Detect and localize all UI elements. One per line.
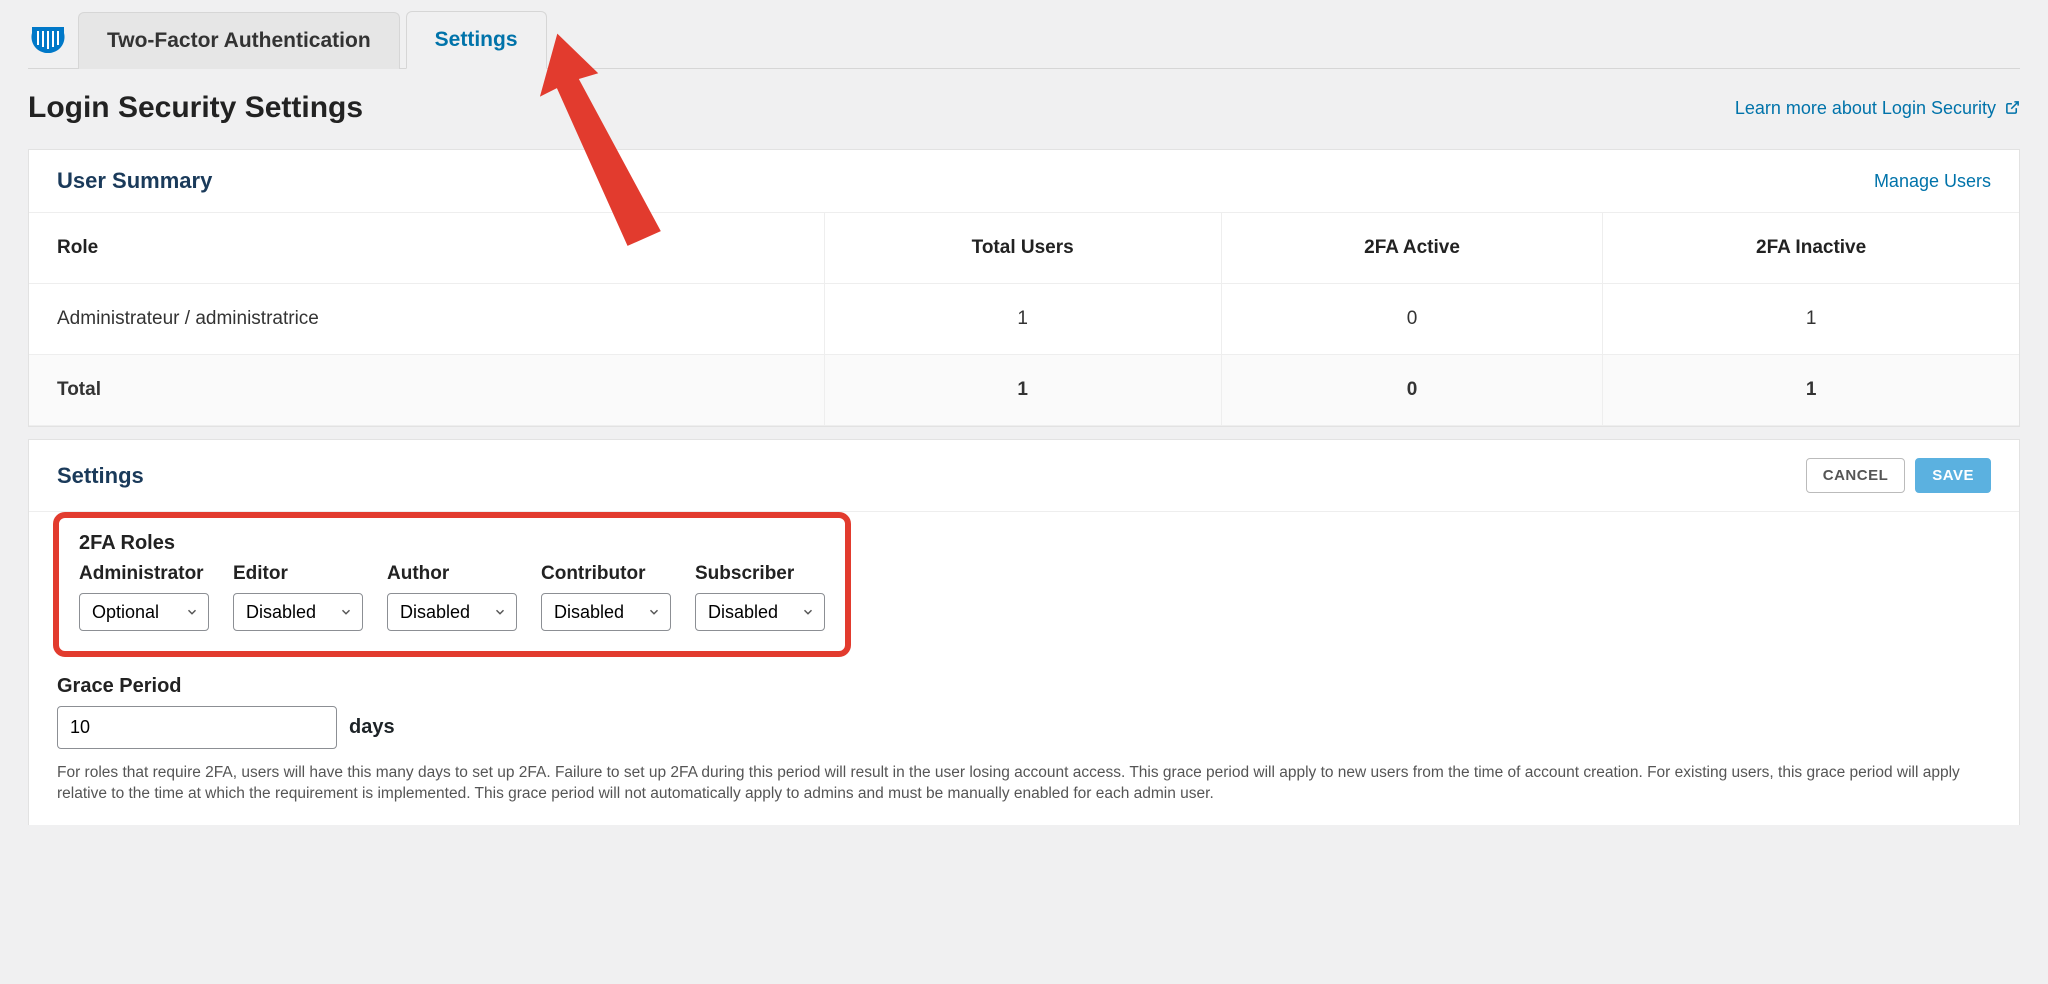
role-contributor: Contributor Disabled — [541, 563, 671, 631]
grace-period-section: Grace Period days — [29, 665, 2019, 749]
col-total: Total Users — [824, 213, 1221, 284]
role-select-contributor[interactable]: Disabled — [541, 593, 671, 631]
user-summary-heading: User Summary — [57, 168, 212, 194]
role-author: Author Disabled — [387, 563, 517, 631]
roles-grid: Administrator Optional Editor Disabled — [79, 563, 825, 631]
role-select-author[interactable]: Disabled — [387, 593, 517, 631]
page-title: Login Security Settings — [28, 91, 363, 125]
col-inactive: 2FA Inactive — [1603, 213, 2019, 284]
role-select-administrator[interactable]: Optional — [79, 593, 209, 631]
settings-heading: Settings — [57, 463, 144, 489]
col-active: 2FA Active — [1221, 213, 1602, 284]
role-administrator: Administrator Optional — [79, 563, 209, 631]
role-select-editor[interactable]: Disabled — [233, 593, 363, 631]
learn-more-label: Learn more about Login Security — [1735, 98, 1996, 118]
grace-heading: Grace Period — [57, 675, 2019, 698]
save-button[interactable]: SAVE — [1915, 458, 1991, 493]
table-row: Total 1 0 1 — [29, 355, 2019, 426]
user-summary-table: Role Total Users 2FA Active 2FA Inactive… — [29, 213, 2019, 426]
wordfence-logo — [28, 19, 68, 59]
role-subscriber: Subscriber Disabled — [695, 563, 825, 631]
table-row: Administrateur / administratrice 1 0 1 — [29, 284, 2019, 355]
grace-unit-label: days — [349, 716, 395, 739]
role-select-subscriber[interactable]: Disabled — [695, 593, 825, 631]
cancel-button[interactable]: CANCEL — [1806, 458, 1906, 493]
tab-settings[interactable]: Settings — [406, 11, 547, 69]
role-label: Contributor — [541, 563, 671, 585]
role-editor: Editor Disabled — [233, 563, 363, 631]
role-label: Subscriber — [695, 563, 825, 585]
user-summary-panel: User Summary Manage Users Role Total Use… — [28, 149, 2020, 427]
role-label: Administrator — [79, 563, 209, 585]
col-role: Role — [29, 213, 824, 284]
tab-two-factor[interactable]: Two-Factor Authentication — [78, 12, 400, 69]
tabs-row: Two-Factor Authentication Settings — [28, 0, 2020, 69]
roles-highlight-box: 2FA Roles Administrator Optional Editor … — [53, 512, 851, 657]
grace-help-text: For roles that require 2FA, users will h… — [29, 749, 2019, 805]
external-link-icon — [2005, 101, 2020, 117]
role-label: Editor — [233, 563, 363, 585]
settings-panel: Settings CANCEL SAVE 2FA Roles Administr… — [28, 439, 2020, 825]
manage-users-link[interactable]: Manage Users — [1874, 171, 1991, 192]
roles-heading: 2FA Roles — [79, 532, 825, 555]
page-header: Login Security Settings Learn more about… — [28, 69, 2020, 149]
grace-period-input[interactable] — [57, 706, 337, 749]
role-label: Author — [387, 563, 517, 585]
learn-more-link[interactable]: Learn more about Login Security — [1735, 98, 2020, 119]
